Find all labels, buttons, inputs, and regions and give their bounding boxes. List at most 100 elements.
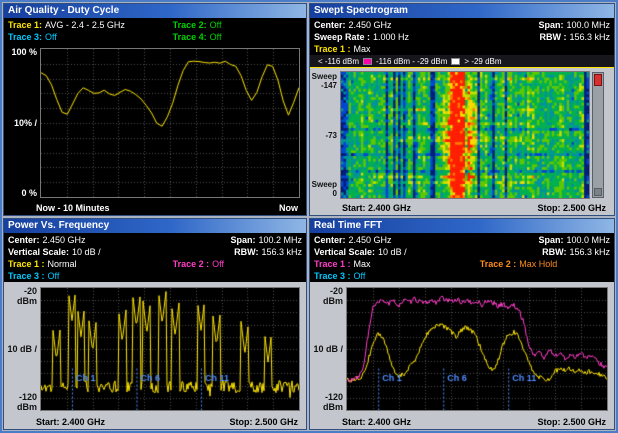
trace3-value: Off (354, 271, 366, 281)
legend-high-swatch (451, 58, 460, 65)
span-field: Span:100.0 MHz (538, 19, 610, 31)
rbw-label: RBW: (542, 247, 566, 257)
rbw-field: RBW:156.3 kHz (234, 246, 302, 258)
span-label: Span: (538, 235, 563, 245)
rbw-value: 156.3 kHz (261, 247, 302, 257)
vertical-scale-field: Vertical Scale:10 dB / (314, 246, 542, 258)
color-scale-legend: < -116 dBm -116 dBm - -29 dBm > -29 dBm (310, 55, 614, 68)
trace2-label: Trace 2 : (480, 259, 517, 269)
legend-mid-swatch (363, 58, 372, 65)
panel-power-vs-frequency: Power Vs. Frequency Center:2.450 GHz Spa… (3, 218, 307, 430)
pvf-y-axis: -20 dBm 10 dB / -120 dBm (4, 282, 40, 416)
trace1-field: Trace 1 :Normal (8, 258, 173, 270)
sweep-axis: Sweep -147 -73 Sweep 0 (310, 68, 340, 202)
real-time-fft-chart[interactable] (346, 287, 608, 411)
trace2-field: Trace 2:Off (173, 19, 302, 31)
trace1-value: AVG - 2.4 - 2.5 GHz (45, 20, 125, 30)
trace1-value: Max (354, 259, 371, 269)
sweep-rate-field: Sweep Rate :1.000 Hz (314, 31, 539, 43)
info-row: Trace 3:Off Trace 4:Off (8, 31, 302, 43)
panel-title: Real Time FFT (314, 220, 382, 231)
fft-x-axis: Start: 2.400 GHz Stop: 2.500 GHz (310, 416, 614, 429)
panel-title: Power Vs. Frequency (8, 220, 109, 231)
duty-cycle-chart[interactable] (40, 48, 300, 198)
duty-y-axis: 100 % 10% / 0 % (4, 43, 40, 202)
panel-title: Swept Spectrogram (314, 5, 408, 16)
y-label-bot: -120 dBm (4, 392, 37, 412)
titlebar-real-time-fft[interactable]: Real Time FFT (310, 219, 614, 233)
span-field: Span:100.0 MHz (538, 234, 610, 246)
spectrogram-heatmap[interactable] (340, 71, 590, 199)
center-field: Center:2.450 GHz (8, 234, 230, 246)
rbw-label: RBW: (234, 247, 258, 257)
spectrogram-scrollbar[interactable] (592, 72, 604, 198)
trace1-field: Trace 1:AVG - 2.4 - 2.5 GHz (8, 19, 173, 31)
trace4-value: Off (210, 32, 222, 42)
y-label-top: 100 % (4, 47, 37, 57)
sweep-label: Sweep (310, 72, 337, 81)
info-row: Sweep Rate :1.000 Hz RBW :156.3 kHz (314, 31, 610, 43)
duty-plot-zone: 100 % 10% / 0 % (4, 43, 306, 202)
power-vs-frequency-chart[interactable] (40, 287, 300, 411)
trace1-label: Trace 1 : (314, 44, 351, 54)
trace2-label: Trace 2: (173, 20, 207, 30)
trace2-label: Trace 2 : (173, 259, 210, 269)
rbw-value: 156.3 kHz (569, 247, 610, 257)
spectrogram-x-axis: Start: 2.400 GHz Stop: 2.500 GHz (310, 202, 614, 215)
trace1-label: Trace 1 : (314, 259, 351, 269)
y-label-top: -20 dBm (4, 286, 37, 306)
trace1-value: Normal (48, 259, 77, 269)
sweep-value-mid: -73 (310, 131, 337, 140)
y-label-bot: 0 % (4, 188, 37, 198)
span-label: Span: (230, 235, 255, 245)
center-value: 2.450 GHz (43, 235, 86, 245)
info-row: Trace 1:AVG - 2.4 - 2.5 GHz Trace 2:Off (8, 19, 302, 31)
span-value: 100.0 MHz (566, 235, 610, 245)
y-label-mid: 10 dB / (4, 344, 37, 354)
vertical-scale-label: Vertical Scale: (314, 247, 375, 257)
legend-high-text: > -29 dBm (464, 57, 501, 66)
sweep-rate-value: 1.000 Hz (373, 32, 409, 42)
x-label-left: Now - 10 Minutes (36, 202, 110, 215)
fft-info: Center:2.450 GHz Span:100.0 MHz Vertical… (310, 233, 614, 282)
trace1-value: Max (354, 44, 371, 54)
info-row: Center:2.450 GHz Span:100.0 MHz (314, 19, 610, 31)
titlebar-power-vs-frequency[interactable]: Power Vs. Frequency (4, 219, 306, 233)
center-label: Center: (8, 235, 40, 245)
info-row: Trace 1 :Normal Trace 2 :Off (8, 258, 302, 270)
rbw-field: RBW :156.3 kHz (539, 31, 610, 43)
info-row: Trace 3 :Off (314, 270, 610, 282)
rbw-field: RBW:156.3 kHz (542, 246, 610, 258)
spectrogram-info: Center:2.450 GHz Span:100.0 MHz Sweep Ra… (310, 18, 614, 55)
panel-swept-spectrogram: Swept Spectrogram Center:2.450 GHz Span:… (309, 3, 615, 216)
y-label-bot: -120 dBm (310, 392, 343, 412)
sweep-label: Sweep (310, 180, 337, 189)
vertical-scale-value: 10 dB / (72, 247, 101, 257)
legend-mid-text: -116 dBm - -29 dBm (376, 57, 447, 66)
sweep-rate-label: Sweep Rate : (314, 32, 370, 42)
sweep-value-top: -147 (310, 81, 337, 90)
span-field: Span:100.2 MHz (230, 234, 302, 246)
titlebar-spectrogram[interactable]: Swept Spectrogram (310, 4, 614, 18)
trace3-value: Off (45, 32, 57, 42)
vertical-scale-label: Vertical Scale: (8, 247, 69, 257)
span-value: 100.2 MHz (258, 235, 302, 245)
sweep-value-bot: 0 (310, 189, 337, 198)
titlebar-duty-cycle[interactable]: Air Quality - Duty Cycle (4, 4, 306, 18)
fft-y-axis: -20 dBm 10 dB / -120 dBm (310, 282, 346, 416)
scrollbar-thumb[interactable] (594, 74, 602, 86)
x-label-right: Now (279, 202, 298, 215)
trace3-field: Trace 3 :Off (314, 270, 610, 282)
start-freq-label: Start: 2.400 GHz (342, 202, 411, 215)
info-row: Trace 1 :Max Trace 2 :Max Hold (314, 258, 610, 270)
trace2-field: Trace 2 :Max Hold (480, 258, 610, 270)
rbw-value: 156.3 kHz (569, 32, 610, 42)
analyzer-window: Air Quality - Duty Cycle Trace 1:AVG - 2… (0, 0, 618, 433)
rbw-label: RBW : (539, 32, 566, 42)
trace1-label: Trace 1 : (8, 259, 45, 269)
stop-freq-label: Stop: 2.500 GHz (229, 416, 298, 429)
stop-freq-label: Stop: 2.500 GHz (537, 416, 606, 429)
scrollbar-end[interactable] (594, 188, 602, 196)
trace3-label: Trace 3 : (314, 271, 351, 281)
info-row: Trace 1 :Max (314, 43, 610, 55)
